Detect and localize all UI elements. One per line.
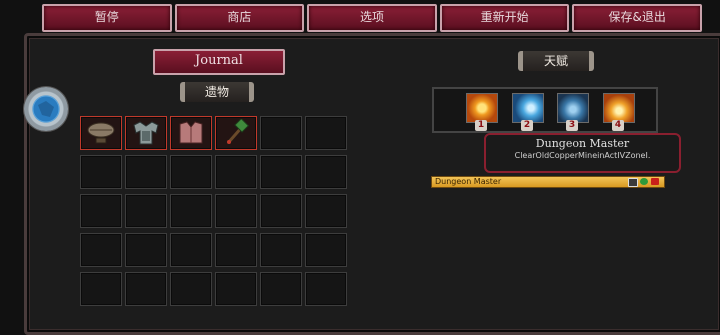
relic-slot-empty[interactable] bbox=[125, 272, 167, 306]
relic-slot-empty[interactable] bbox=[170, 194, 212, 228]
relic-slot-empty[interactable] bbox=[260, 194, 302, 228]
armor-icon bbox=[133, 121, 159, 145]
relic-slot-empty[interactable] bbox=[125, 194, 167, 228]
relic-slot-empty[interactable] bbox=[305, 233, 347, 267]
relics-label: 遗物 bbox=[180, 82, 254, 102]
relic-slot-empty[interactable] bbox=[170, 155, 212, 189]
relic-slot-empty[interactable] bbox=[215, 155, 257, 189]
relic-slot-hammer[interactable] bbox=[215, 116, 257, 150]
quest-bar[interactable]: Dungeon Master bbox=[431, 176, 665, 188]
relic-slot-armor[interactable] bbox=[125, 116, 167, 150]
relic-slot-empty[interactable] bbox=[305, 116, 347, 150]
talent-slot-3[interactable] bbox=[557, 93, 589, 123]
hammer-icon bbox=[226, 119, 250, 144]
relic-slot-empty[interactable] bbox=[215, 194, 257, 228]
talent-number-2: 2 bbox=[521, 120, 533, 131]
relic-slot-empty[interactable] bbox=[80, 233, 122, 267]
zeppelin-icon bbox=[87, 122, 115, 144]
talent-slot-2[interactable] bbox=[512, 93, 544, 123]
relic-slot-empty[interactable] bbox=[125, 155, 167, 189]
relic-slot-empty[interactable] bbox=[125, 233, 167, 267]
relic-slot-empty[interactable] bbox=[260, 116, 302, 150]
relic-slot-empty[interactable] bbox=[305, 155, 347, 189]
close-icon[interactable] bbox=[651, 178, 659, 185]
relic-slot-empty[interactable] bbox=[215, 233, 257, 267]
journal-tab[interactable]: Journal bbox=[153, 49, 285, 75]
tooltip-description: ClearOldCopperMineinActIVZoneI. bbox=[514, 151, 651, 160]
relic-slot-empty[interactable] bbox=[260, 155, 302, 189]
options-button[interactable]: 选项 bbox=[307, 4, 437, 32]
tooltip-title: Dungeon Master bbox=[535, 137, 630, 150]
relic-slot-empty[interactable] bbox=[215, 272, 257, 306]
eye-icon[interactable] bbox=[628, 178, 638, 187]
relic-slot-empty[interactable] bbox=[260, 272, 302, 306]
relic-slot-empty[interactable] bbox=[305, 194, 347, 228]
globe-icon bbox=[32, 95, 60, 123]
globe-button[interactable] bbox=[24, 87, 68, 131]
relic-slot-empty[interactable] bbox=[170, 233, 212, 267]
restart-button[interactable]: 重新开始 bbox=[439, 4, 570, 32]
talent-number-1: 1 bbox=[475, 120, 487, 131]
top-menu: 暂停 商店 选项 重新开始 保存&退出 bbox=[42, 3, 702, 32]
quest-bar-label: Dungeon Master bbox=[435, 177, 502, 186]
vest-icon bbox=[179, 121, 203, 144]
save-quit-button[interactable]: 保存&退出 bbox=[572, 4, 702, 32]
relic-slot-empty[interactable] bbox=[80, 194, 122, 228]
pause-button[interactable]: 暂停 bbox=[42, 4, 172, 32]
confirm-icon[interactable] bbox=[640, 178, 648, 185]
talent-number-4: 4 bbox=[612, 120, 624, 131]
talents-label: 天赋 bbox=[518, 51, 594, 71]
relic-grid bbox=[80, 116, 347, 306]
talent-number-3: 3 bbox=[566, 120, 578, 131]
talent-tooltip: Dungeon Master ClearOldCopperMineinActIV… bbox=[484, 133, 681, 173]
relic-slot-empty[interactable] bbox=[80, 155, 122, 189]
relic-slot-empty[interactable] bbox=[260, 233, 302, 267]
shop-button[interactable]: 商店 bbox=[174, 4, 305, 32]
talent-slot-4[interactable] bbox=[603, 93, 635, 123]
talent-slot-1[interactable] bbox=[466, 93, 498, 123]
relic-slot-vest[interactable] bbox=[170, 116, 212, 150]
relic-slot-empty[interactable] bbox=[305, 272, 347, 306]
relic-slot-empty[interactable] bbox=[170, 272, 212, 306]
relic-slot-empty[interactable] bbox=[80, 272, 122, 306]
relic-slot-zeppelin[interactable] bbox=[80, 116, 122, 150]
